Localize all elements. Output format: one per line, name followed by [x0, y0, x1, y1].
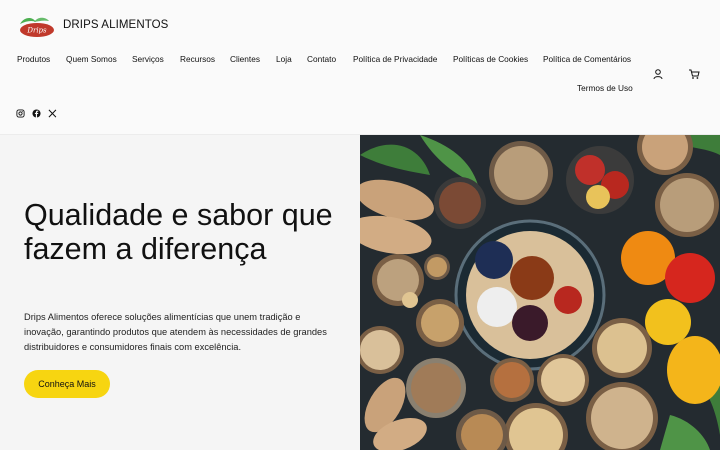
user-icon[interactable]: [652, 68, 664, 80]
nav-item-clientes[interactable]: Clientes: [230, 54, 260, 64]
learn-more-button[interactable]: Conheça Mais: [24, 370, 110, 398]
nav-item-quem-somos[interactable]: Quem Somos: [66, 54, 117, 64]
hero-section: [0, 135, 360, 450]
svg-text:Drips: Drips: [26, 27, 47, 35]
nav-item-loja[interactable]: Loja: [276, 54, 292, 64]
facebook-icon[interactable]: [32, 109, 41, 118]
nav-item-recursos[interactable]: Recursos: [180, 54, 215, 64]
nav-item-servicos[interactable]: Serviços: [132, 54, 164, 64]
cart-icon[interactable]: [688, 68, 700, 80]
site-header: Drips DRIPS ALIMENTOS Produtos Quem Somo…: [0, 0, 720, 135]
hero-headline: Qualidade e sabor que fazem a diferença: [24, 198, 333, 266]
hero-description: Drips Alimentos oferece soluções aliment…: [24, 312, 327, 352]
instagram-icon[interactable]: [16, 109, 25, 118]
x-icon[interactable]: [48, 109, 57, 118]
nav-item-termos[interactable]: Termos de Uso: [577, 83, 633, 93]
nav-item-contato[interactable]: Contato: [307, 54, 336, 64]
nav-item-produtos[interactable]: Produtos: [17, 54, 50, 64]
brand-logo[interactable]: Drips: [16, 16, 56, 38]
hero-image: [360, 135, 720, 450]
nav-item-comentarios[interactable]: Política de Comentários: [543, 54, 631, 64]
brand-name[interactable]: DRIPS ALIMENTOS: [63, 19, 168, 31]
food-bowls-illustration: [360, 135, 720, 450]
nav-item-cookies[interactable]: Políticas de Cookies: [453, 54, 528, 64]
nav-item-privacidade[interactable]: Política de Privacidade: [353, 54, 437, 64]
